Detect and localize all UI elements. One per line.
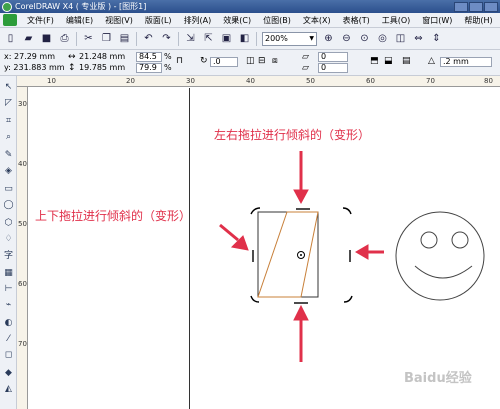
smiley-face-drawing (395, 211, 485, 301)
baidu-watermark: Baidu经验 (404, 371, 472, 386)
annotation-arrows (219, 151, 384, 362)
smiley-head (395, 211, 485, 301)
canvas-artwork (219, 151, 485, 362)
rotate-handle-top-right (342, 207, 352, 215)
smiley-mouth (414, 265, 473, 279)
rotate-handle-bottom-right (343, 295, 353, 303)
rotate-handle-top-left (250, 207, 261, 215)
skewed-parallelogram (257, 211, 319, 298)
arrow-left-diagonal (219, 223, 239, 242)
annotation-vertical-skew: 上下拖拉进行倾斜的（变形） (35, 209, 192, 223)
annotation-horizontal-skew: 左右拖拉进行倾斜的（变形） (214, 128, 371, 142)
smiley-left-eye (420, 231, 438, 249)
smiley-right-eye (451, 231, 469, 249)
